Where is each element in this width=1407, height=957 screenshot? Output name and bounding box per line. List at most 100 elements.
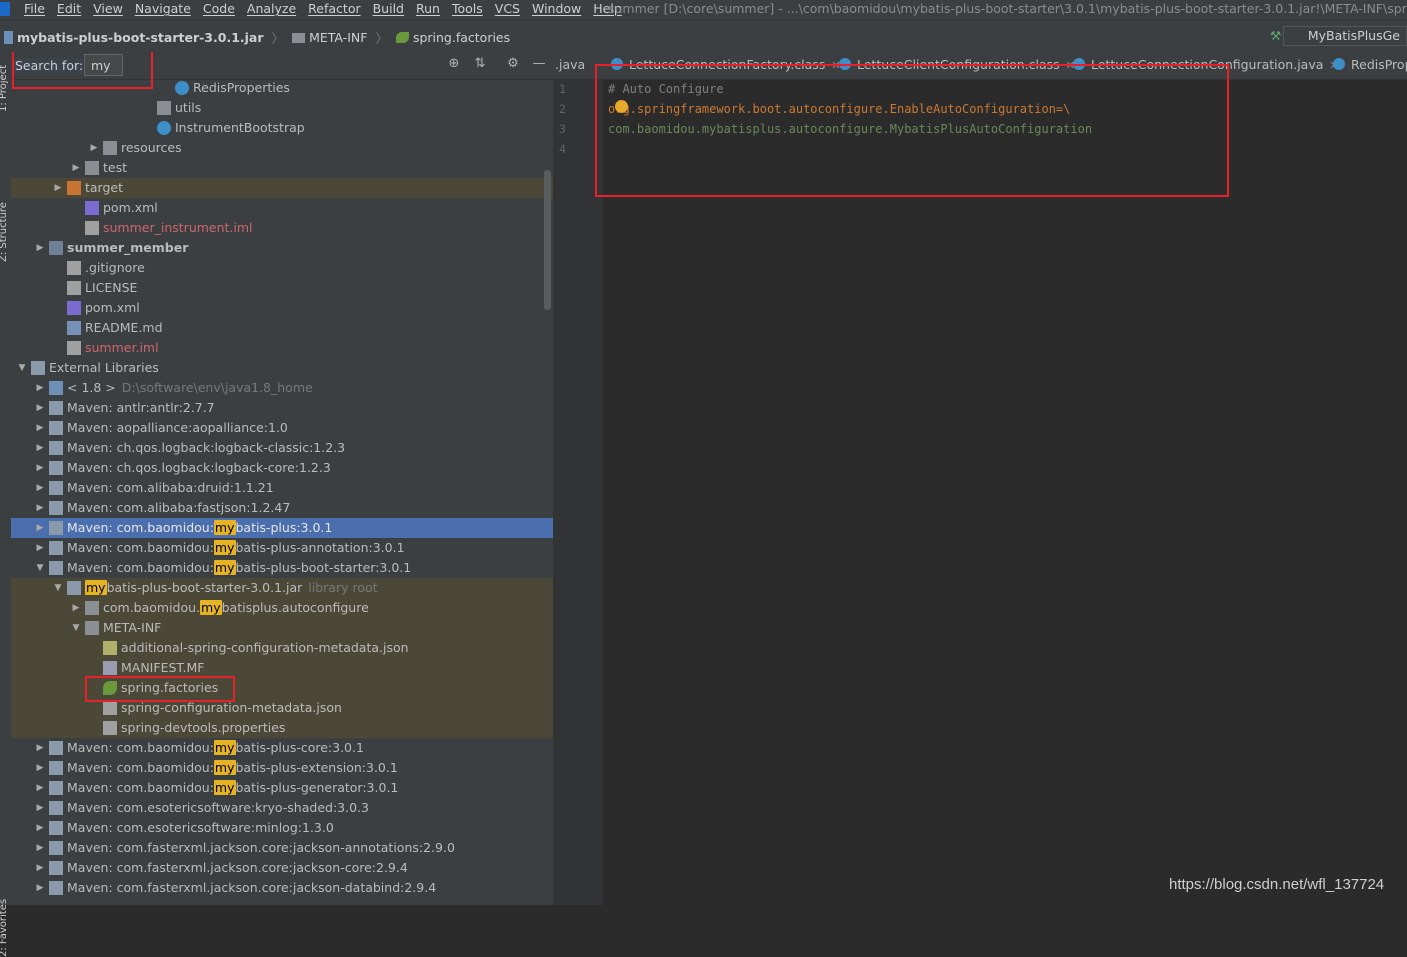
collapse-arrow-icon[interactable]: ▼ <box>71 618 81 638</box>
expand-arrow-icon[interactable]: ▶ <box>35 818 45 838</box>
tree-row[interactable]: ▼ META-INF <box>11 618 553 638</box>
tree-row[interactable]: ▶ Maven: com.esotericsoftware:kryo-shaded… <box>11 798 553 818</box>
expand-arrow-icon[interactable]: ▶ <box>35 238 45 258</box>
tree-row[interactable]: README.md <box>11 318 553 338</box>
menu-navigate[interactable]: Navigate <box>135 1 198 16</box>
breadcrumb-jar[interactable]: mybatis-plus-boot-starter-3.0.1.jar <box>17 30 264 45</box>
tree-row[interactable]: ▶ target <box>11 178 553 198</box>
tree-row[interactable]: ▶ Maven: com.fasterxml.jackson.core:jacks… <box>11 878 553 898</box>
tree-row[interactable]: ▶ Maven: com.baomidou:mybatis-plus:3.0.1 <box>11 518 553 538</box>
tree-row-label: Maven: com.baomidou:mybatis-plus-generat… <box>67 778 398 798</box>
menu-analyze[interactable]: Analyze <box>247 1 303 16</box>
breadcrumb-separator: 〉 <box>271 31 285 46</box>
expand-arrow-icon[interactable]: ▶ <box>53 178 63 198</box>
tree-row[interactable]: ▶ Maven: ch.qos.logback:logback-classic:1… <box>11 438 553 458</box>
hide-panel-icon[interactable]: — <box>531 56 547 72</box>
tree-row[interactable]: ▶ Maven: aopalliance:aopalliance:1.0 <box>11 418 553 438</box>
menu-file[interactable]: File <box>24 1 52 16</box>
collapse-arrow-icon[interactable]: ▼ <box>17 358 27 378</box>
tree-row[interactable]: utils <box>11 98 553 118</box>
menu-tools[interactable]: Tools <box>452 1 490 16</box>
expand-arrow-icon[interactable]: ▶ <box>35 518 45 538</box>
tree-row[interactable]: ▶ Maven: com.baomidou:mybatis-plus-annota… <box>11 538 553 558</box>
tree-row[interactable]: .gitignore <box>11 258 553 278</box>
menu-refactor[interactable]: Refactor <box>308 1 367 16</box>
maven-icon <box>85 201 99 215</box>
editor-tab[interactable]: RedisProp <box>1333 57 1407 72</box>
structure-tool-tab[interactable]: Z: Structure <box>0 202 9 262</box>
menu-code[interactable]: Code <box>203 1 242 16</box>
breadcrumb-folder[interactable]: META-INF <box>309 30 367 45</box>
tree-row-text-prefix: Maven: com.baomidou: <box>67 780 214 795</box>
tree-row[interactable]: ▶ com.baomidou.mybatisplus.autoconfigure <box>11 598 553 618</box>
expand-arrow-icon[interactable]: ▶ <box>35 878 45 898</box>
tree-row[interactable]: pom.xml <box>11 298 553 318</box>
project-tool-tab[interactable]: 1: Project <box>0 65 9 112</box>
expand-arrow-icon[interactable]: ▶ <box>35 438 45 458</box>
tree-row[interactable]: MANIFEST.MF <box>11 658 553 678</box>
expand-arrow-icon[interactable]: ▶ <box>35 398 45 418</box>
tree-row[interactable]: ▶ Maven: ch.qos.logback:logback-core:1.2.… <box>11 458 553 478</box>
menu-edit[interactable]: Edit <box>57 1 88 16</box>
build-hammer-icon[interactable]: ⚒ <box>1270 28 1282 43</box>
tree-row-text: pom.xml <box>85 300 140 315</box>
menu-run[interactable]: Run <box>416 1 447 16</box>
menu-view[interactable]: View <box>93 1 130 16</box>
menu-build[interactable]: Build <box>373 1 411 16</box>
expand-arrow-icon[interactable]: ▶ <box>35 758 45 778</box>
expand-arrow-icon[interactable]: ▶ <box>35 858 45 878</box>
menu-window[interactable]: Window <box>532 1 588 16</box>
tree-row[interactable]: ▶ Maven: com.esotericsoftware:minlog:1.3.… <box>11 818 553 838</box>
editor-content[interactable]: # Auto Configure org.springframework.boo… <box>595 64 1407 905</box>
expand-arrow-icon[interactable]: ▶ <box>89 138 99 158</box>
gear-icon[interactable]: ⚙ <box>505 56 521 72</box>
tree-row[interactable]: summer.iml <box>11 338 553 358</box>
expand-arrow-icon[interactable]: ▶ <box>35 378 45 398</box>
tree-row[interactable]: ▶ Maven: com.baomidou:mybatis-plus-genera… <box>11 778 553 798</box>
tree-row[interactable]: ▼ Maven: com.baomidou:mybatis-plus-boot-s… <box>11 558 553 578</box>
collapse-all-icon[interactable]: ⇅ <box>472 56 488 72</box>
tree-row[interactable]: ▶ < 1.8 > D:\software\env\java1.8_home <box>11 378 553 398</box>
tree-row[interactable]: ▼ mybatis-plus-boot-starter-3.0.1.jar libr… <box>11 578 553 598</box>
tree-row[interactable]: ▶ Maven: com.baomidou:mybatis-plus-extens… <box>11 758 553 778</box>
tree-row[interactable]: ▶ Maven: com.alibaba:druid:1.1.21 <box>11 478 553 498</box>
project-scrollbar[interactable] <box>544 170 551 310</box>
collapse-arrow-icon[interactable]: ▼ <box>35 558 45 578</box>
expand-arrow-icon[interactable]: ▶ <box>35 538 45 558</box>
class-icon <box>1333 58 1345 70</box>
annotation-box-spring-factories <box>85 676 235 702</box>
tree-row[interactable]: pom.xml <box>11 198 553 218</box>
expand-arrow-icon[interactable]: ▶ <box>35 478 45 498</box>
favorites-tool-tab[interactable]: 2: Favorites <box>0 899 9 957</box>
expand-arrow-icon[interactable]: ▶ <box>35 738 45 758</box>
tree-row[interactable]: ▶ resources <box>11 138 553 158</box>
expand-arrow-icon[interactable]: ▶ <box>35 838 45 858</box>
tree-row[interactable]: ▶ summer_member <box>11 238 553 258</box>
tree-row[interactable]: ▼ External Libraries <box>11 358 553 378</box>
editor-tab[interactable]: .java <box>555 57 585 72</box>
menu-vcs[interactable]: VCS <box>495 1 527 16</box>
library-icon <box>49 441 63 455</box>
tree-row[interactable]: InstrumentBootstrap <box>11 118 553 138</box>
expand-arrow-icon[interactable]: ▶ <box>35 458 45 478</box>
expand-arrow-icon[interactable]: ▶ <box>35 778 45 798</box>
expand-arrow-icon[interactable]: ▶ <box>35 798 45 818</box>
tree-row[interactable]: spring-devtools.properties <box>11 718 553 738</box>
expand-arrow-icon[interactable]: ▶ <box>35 498 45 518</box>
collapse-arrow-icon[interactable]: ▼ <box>53 578 63 598</box>
tree-row[interactable]: ▶ test <box>11 158 553 178</box>
run-configuration-select[interactable]: MyBatisPlusGe <box>1282 26 1407 46</box>
expand-arrow-icon[interactable]: ▶ <box>71 598 81 618</box>
tree-row[interactable]: ▶ Maven: com.fasterxml.jackson.core:jacks… <box>11 838 553 858</box>
breadcrumb-file[interactable]: spring.factories <box>413 30 510 45</box>
tree-row[interactable]: ▶ Maven: com.fasterxml.jackson.core:jacks… <box>11 858 553 878</box>
tree-row[interactable]: ▶ Maven: antlr:antlr:2.7.7 <box>11 398 553 418</box>
tree-row[interactable]: LICENSE <box>11 278 553 298</box>
tree-row[interactable]: ▶ Maven: com.alibaba:fastjson:1.2.47 <box>11 498 553 518</box>
locate-target-icon[interactable]: ⊕ <box>446 56 462 72</box>
tree-row[interactable]: ▶ Maven: com.baomidou:mybatis-plus-core:3… <box>11 738 553 758</box>
expand-arrow-icon[interactable]: ▶ <box>71 158 81 178</box>
tree-row[interactable]: summer_instrument.iml <box>11 218 553 238</box>
tree-row[interactable]: additional-spring-configuration-metadata… <box>11 638 553 658</box>
expand-arrow-icon[interactable]: ▶ <box>35 418 45 438</box>
